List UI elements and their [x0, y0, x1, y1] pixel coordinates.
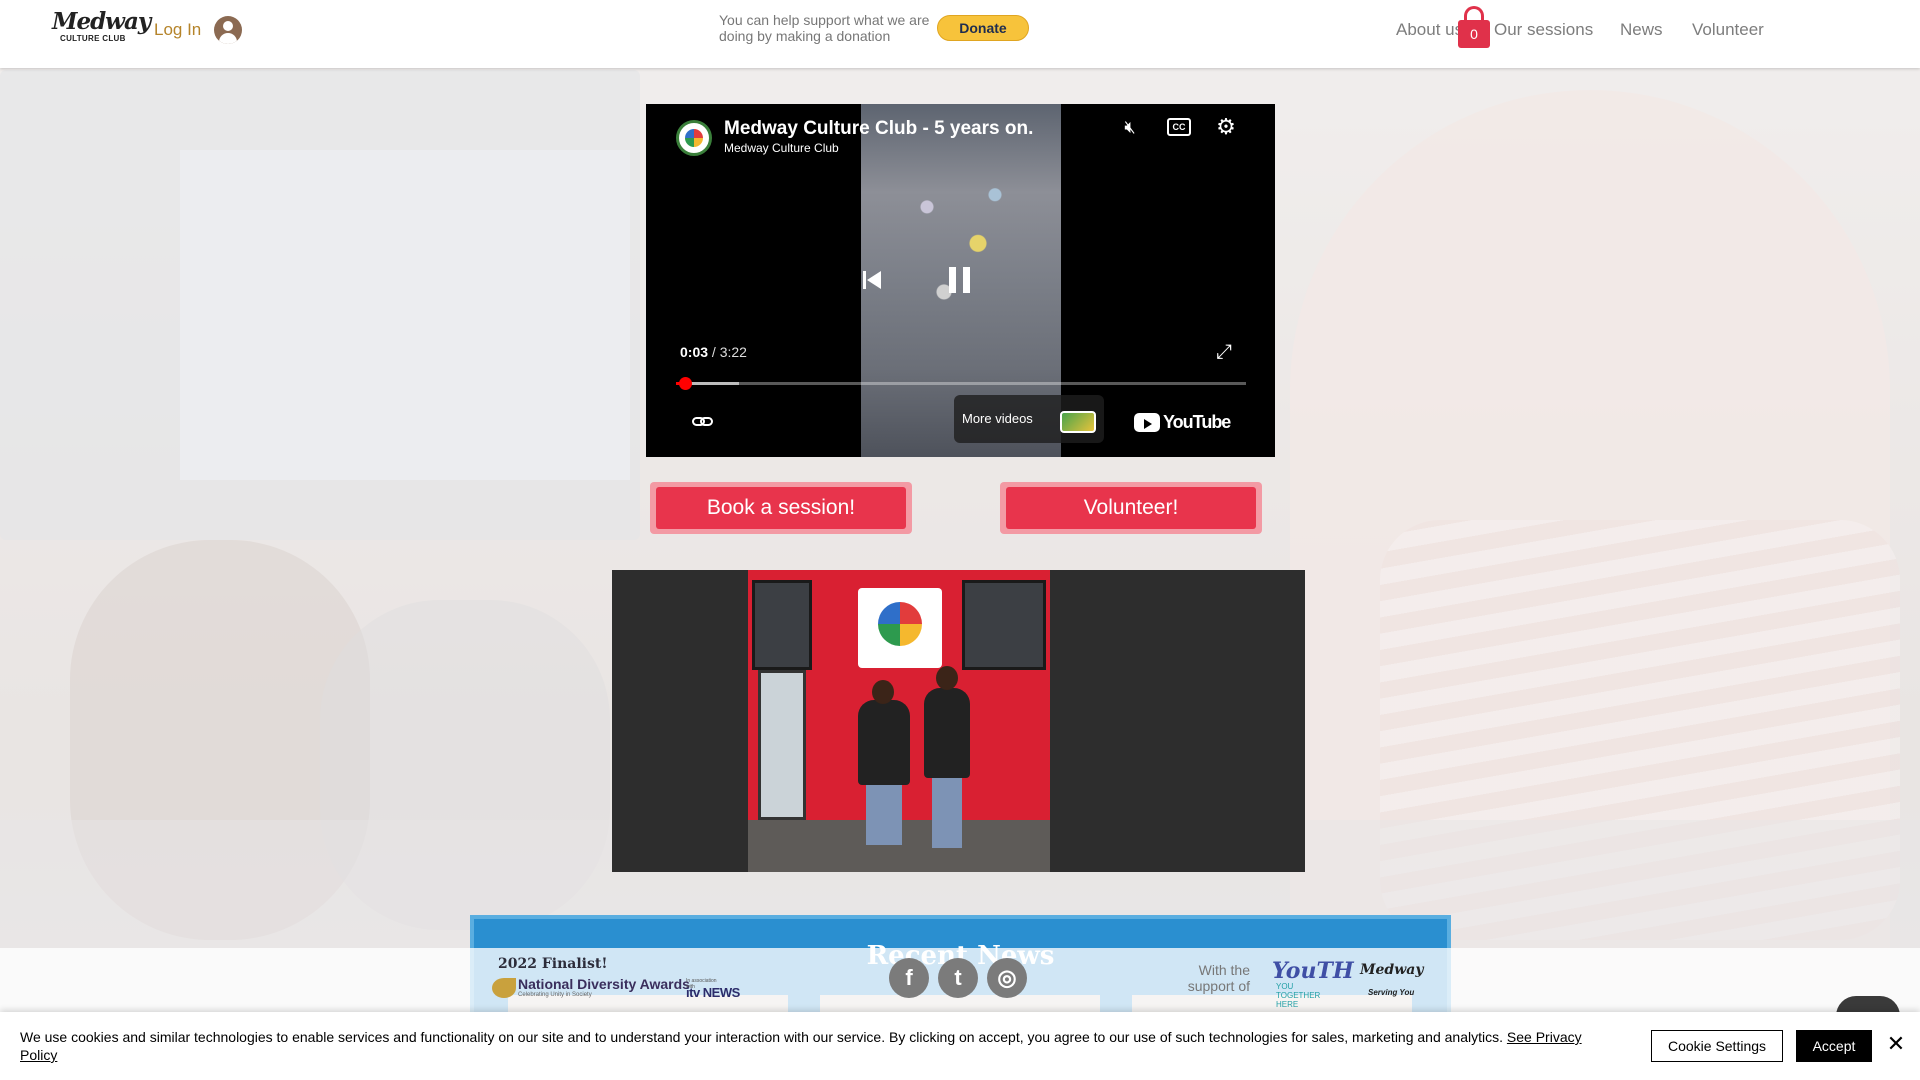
close-icon[interactable]: ✕	[1886, 1032, 1906, 1056]
diversity-awards-tagline: Celebrating Unity in Society	[518, 992, 592, 998]
diversity-awards-logo-icon	[492, 978, 516, 998]
settings-icon[interactable]: ⚙	[1212, 115, 1240, 139]
cart-icon[interactable]: 0	[1456, 4, 1492, 48]
video-duration: 3:22	[719, 344, 747, 360]
video-progress-bar[interactable]	[676, 377, 1246, 390]
donation-support-text: You can help support what we are doing b…	[719, 12, 930, 44]
site-header: Medway CULTURE CLUB Log In You can help …	[0, 0, 1920, 68]
video-time: 0:03 / 3:22	[680, 344, 747, 360]
video-channel-name[interactable]: Medway Culture Club	[724, 141, 839, 155]
logo-subtitle: CULTURE CLUB	[60, 34, 126, 43]
pause-icon[interactable]	[949, 267, 971, 293]
youtube-logo[interactable]: YouTube	[1134, 412, 1231, 434]
cookie-banner: We use cookies and similar technologies …	[0, 1012, 1920, 1080]
video-title[interactable]: Medway Culture Club - 5 years on.	[724, 118, 1033, 140]
twitter-icon[interactable]: t	[938, 958, 978, 998]
accept-cookies-button[interactable]: Accept	[1796, 1030, 1872, 1062]
volunteer-button[interactable]: Volunteer!	[1006, 487, 1256, 529]
site-logo[interactable]: Medway CULTURE CLUB	[52, 8, 151, 48]
more-videos-label: More videos	[962, 411, 1033, 426]
cart-count: 0	[1470, 26, 1478, 42]
progress-scrubber[interactable]	[678, 377, 692, 390]
book-session-button[interactable]: Book a session!	[656, 487, 906, 529]
captions-icon[interactable]: CC	[1167, 118, 1191, 136]
volunteer-button-frame: Volunteer!	[1000, 482, 1262, 534]
nav-about-us[interactable]: About us	[1396, 20, 1463, 40]
nav-our-sessions[interactable]: Our sessions	[1494, 20, 1593, 40]
support-of-text: With the support of	[1187, 962, 1250, 994]
previous-icon[interactable]	[863, 271, 881, 289]
login-link[interactable]: Log In	[154, 20, 201, 40]
more-videos-button[interactable]: More videos	[954, 395, 1104, 443]
youtube-play-icon	[1134, 413, 1160, 432]
more-videos-thumbnail	[1060, 411, 1096, 433]
site-footer: 2022 Finalist! National Diversity Awards…	[0, 948, 1920, 1012]
video-current-time: 0:03	[680, 344, 709, 360]
medway-council-tagline: Serving You	[1368, 988, 1415, 997]
cookie-message-text: We use cookies and similar technologies …	[20, 1029, 1504, 1045]
instagram-icon[interactable]: ◎	[987, 958, 1027, 998]
link-icon[interactable]	[692, 410, 714, 432]
diversity-awards-name: National Diversity Awards	[518, 976, 690, 992]
logo-wordmark: Medway	[52, 8, 151, 35]
user-avatar-icon[interactable]	[214, 16, 242, 44]
time-separator: /	[711, 344, 720, 360]
medway-council-logo: Medway	[1360, 962, 1424, 978]
itv-news-logo: itv NEWS	[686, 985, 740, 1000]
fullscreen-icon[interactable]: ⤢	[1210, 340, 1238, 364]
nav-volunteer[interactable]: Volunteer	[1692, 20, 1764, 40]
donate-button[interactable]: Donate	[937, 15, 1029, 41]
book-session-button-frame: Book a session!	[650, 482, 912, 534]
photo-gallery[interactable]	[612, 570, 1305, 872]
culture-club-sign	[858, 588, 942, 668]
channel-logo-icon[interactable]	[676, 120, 712, 156]
youth-logo-subtitle: YOU TOGETHER HERE	[1276, 982, 1321, 1009]
youtube-wordmark: YouTube	[1163, 412, 1231, 432]
finalist-label: 2022 Finalist!	[498, 956, 608, 972]
facebook-icon[interactable]: f	[889, 958, 929, 998]
gallery-photo-bus[interactable]	[748, 570, 1050, 872]
youtube-video-player[interactable]: Medway Culture Club - 5 years on. Medway…	[646, 104, 1275, 457]
nav-news[interactable]: News	[1620, 20, 1663, 40]
cookie-message: We use cookies and similar technologies …	[20, 1028, 1610, 1064]
mute-icon[interactable]: 🔇︎	[1116, 115, 1144, 139]
cookie-settings-button[interactable]: Cookie Settings	[1651, 1030, 1783, 1062]
youth-logo: YouTH	[1272, 958, 1354, 984]
